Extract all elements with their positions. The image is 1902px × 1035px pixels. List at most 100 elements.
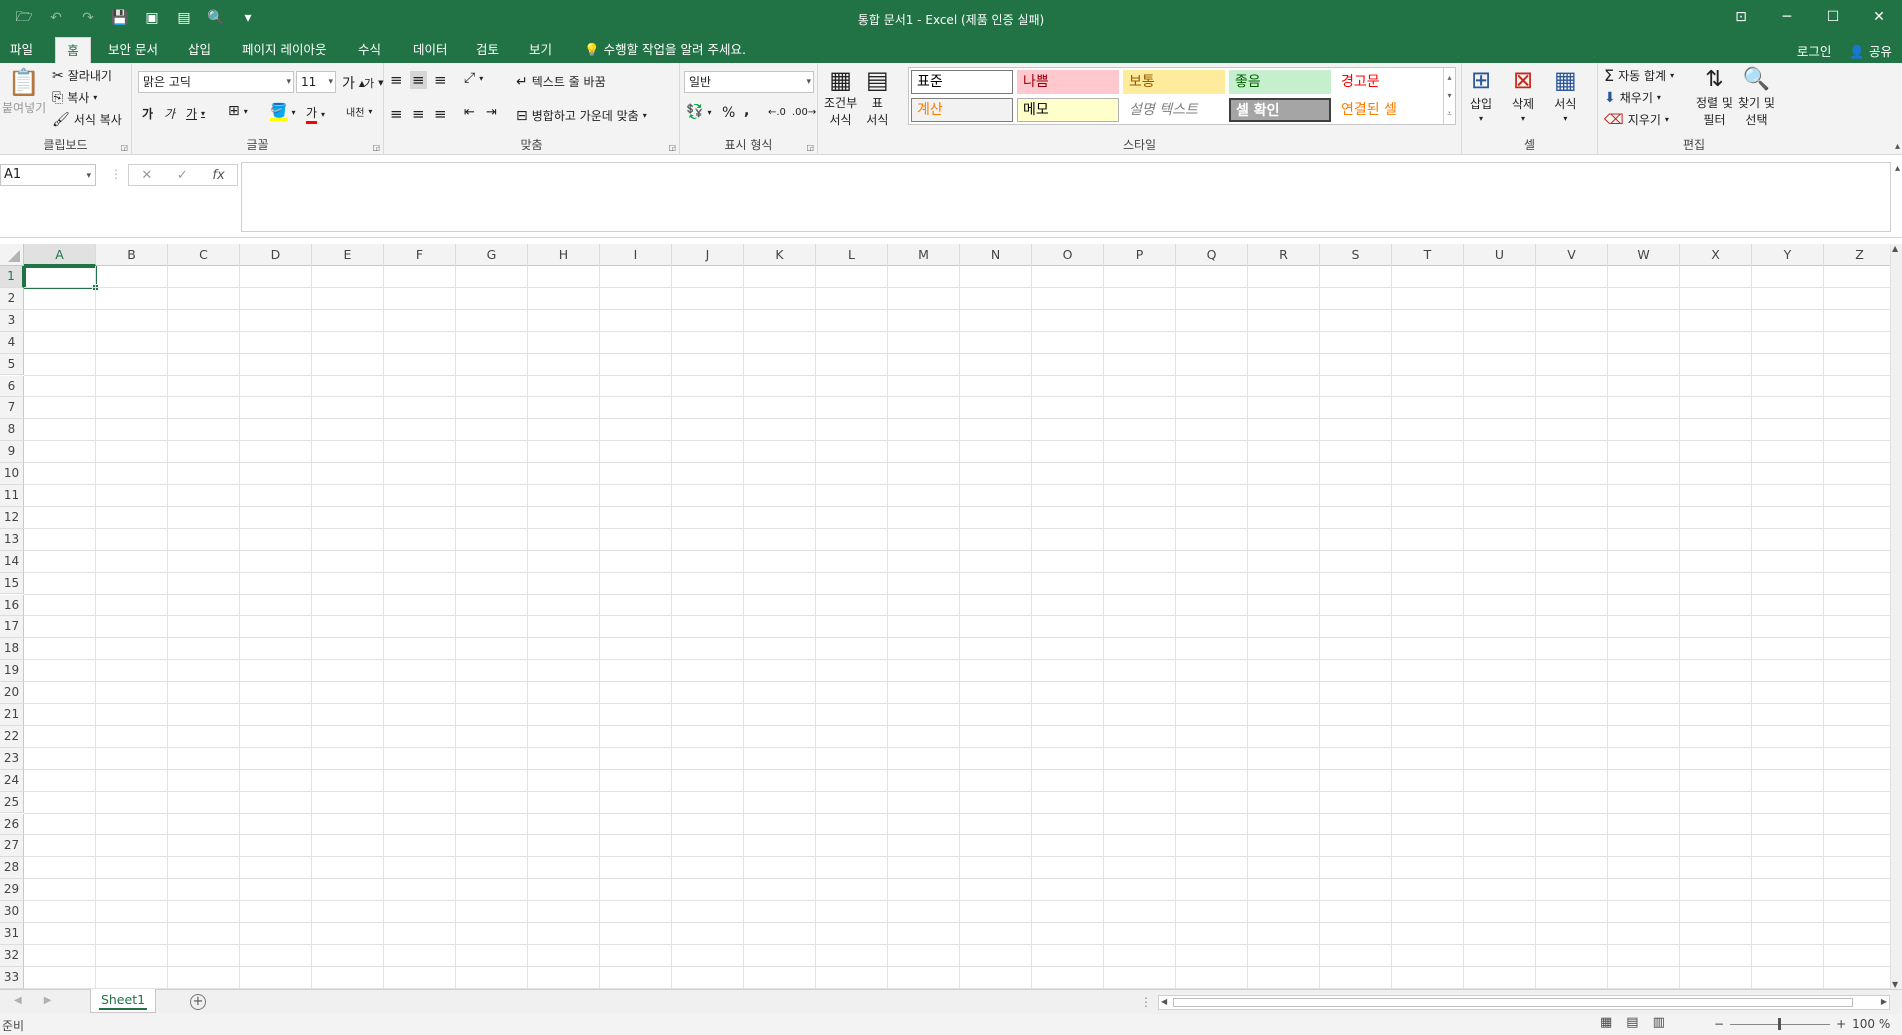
style-bad[interactable]: 나쁨: [1017, 70, 1119, 94]
tell-me-box[interactable]: 💡 수행할 작업을 알려 주세요.: [576, 37, 754, 63]
align-right-icon[interactable]: ≡: [434, 105, 447, 123]
column-header[interactable]: N: [960, 244, 1032, 266]
tab-home[interactable]: 홈: [55, 37, 91, 63]
column-header[interactable]: B: [96, 244, 168, 266]
row-header[interactable]: 1: [0, 266, 24, 288]
style-calculation[interactable]: 계산: [911, 98, 1013, 122]
cancel-icon[interactable]: ✕: [141, 168, 152, 183]
row-header[interactable]: 32: [0, 944, 24, 967]
scroll-left-icon[interactable]: ◀: [1161, 997, 1167, 1006]
cut-button[interactable]: ✂ 잘라내기: [52, 67, 112, 84]
percent-button[interactable]: %: [722, 105, 735, 121]
autosum-button[interactable]: Σ 자동 합계 ▾: [1604, 67, 1674, 84]
row-header[interactable]: 27: [0, 835, 24, 858]
row-header[interactable]: 5: [0, 353, 24, 376]
row-header[interactable]: 18: [0, 638, 24, 661]
scroll-up-icon[interactable]: ▲: [1892, 244, 1898, 253]
vertical-scrollbar[interactable]: ▲ ▼: [1890, 244, 1902, 989]
row-header[interactable]: 6: [0, 375, 24, 398]
zoom-out-icon[interactable]: −: [1714, 1017, 1724, 1031]
row-header[interactable]: 21: [0, 704, 24, 726]
gallery-scroll[interactable]: ▴ ▾ ⩡: [1443, 68, 1455, 124]
tab-file[interactable]: 파일: [2, 37, 41, 63]
collapse-formula-bar-icon[interactable]: ▴: [1895, 163, 1900, 174]
row-header[interactable]: 28: [0, 857, 24, 880]
row-header[interactable]: 22: [0, 725, 24, 748]
top-align-icon[interactable]: ≡: [390, 71, 403, 89]
column-header[interactable]: Z: [1824, 244, 1890, 266]
row-header[interactable]: 13: [0, 528, 24, 551]
tab-insert[interactable]: 삽입: [180, 37, 219, 63]
find-select-button[interactable]: 🔍 찾기 및 선택: [1738, 67, 1775, 128]
active-cell-selection[interactable]: [24, 266, 99, 291]
dialog-launcher-icon[interactable]: ◲: [806, 143, 814, 152]
underline-button[interactable]: 가 ▾: [186, 105, 205, 122]
zoom-slider-knob[interactable]: [1778, 1017, 1782, 1030]
minimize-button[interactable]: ─: [1764, 0, 1810, 34]
merge-center-button[interactable]: ⊟ 병합하고 가운데 맞춤 ▾: [516, 107, 647, 124]
scroll-down-icon[interactable]: ▼: [1892, 980, 1898, 989]
style-good[interactable]: 좋음: [1229, 70, 1331, 94]
page-break-view-icon[interactable]: ▥: [1653, 1015, 1665, 1030]
row-header[interactable]: 31: [0, 923, 24, 945]
style-explanatory[interactable]: 설명 텍스트: [1123, 98, 1225, 122]
phonetic-button[interactable]: 내천 ▾: [346, 104, 372, 119]
insert-function-button[interactable]: fx: [212, 168, 224, 183]
column-header[interactable]: F: [384, 244, 456, 266]
worksheet-grid[interactable]: ABCDEFGHIJKLMNOPQRSTUVWXYZ 1 2 3 4 5 6 7 8 9 10 11…: [0, 244, 1890, 989]
tab-view[interactable]: 보기: [521, 37, 560, 63]
row-header[interactable]: 19: [0, 660, 24, 683]
scroll-right-icon[interactable]: ▶: [1881, 997, 1887, 1006]
column-header[interactable]: E: [312, 244, 384, 266]
style-note[interactable]: 메모: [1017, 98, 1119, 122]
column-header[interactable]: S: [1320, 244, 1392, 266]
column-header[interactable]: C: [168, 244, 240, 266]
column-header[interactable]: Y: [1752, 244, 1824, 266]
tab-data[interactable]: 데이터: [405, 37, 456, 63]
row-header[interactable]: 10: [0, 463, 24, 485]
row-header[interactable]: 4: [0, 331, 24, 354]
row-header[interactable]: 29: [0, 879, 24, 902]
share-button[interactable]: 👤 공유: [1849, 41, 1892, 60]
delete-cells-button[interactable]: ⊠ 삭제 ▾: [1512, 67, 1534, 123]
fill-button[interactable]: ⬇ 채우기 ▾: [1604, 89, 1661, 106]
column-header[interactable]: L: [816, 244, 888, 266]
tab-page-layout[interactable]: 페이지 레이아웃: [234, 37, 334, 63]
row-header[interactable]: 14: [0, 550, 24, 573]
grow-font-button[interactable]: 가 ▲: [342, 73, 365, 93]
column-header[interactable]: Q: [1176, 244, 1248, 266]
column-header[interactable]: P: [1104, 244, 1176, 266]
row-header[interactable]: 16: [0, 594, 24, 617]
row-header[interactable]: 30: [0, 901, 24, 923]
tab-formulas[interactable]: 수식: [350, 37, 389, 63]
dialog-launcher-icon[interactable]: ◲: [668, 143, 676, 152]
column-header[interactable]: W: [1608, 244, 1680, 266]
wrap-text-button[interactable]: ↵ 텍스트 줄 바꿈: [516, 73, 606, 90]
column-header[interactable]: D: [240, 244, 312, 266]
column-header[interactable]: U: [1464, 244, 1536, 266]
row-header[interactable]: 9: [0, 441, 24, 464]
column-header[interactable]: R: [1248, 244, 1320, 266]
format-as-table-button[interactable]: ▤ 표 서식: [866, 67, 889, 128]
clear-button[interactable]: ⌫ 지우기 ▾: [1604, 111, 1669, 128]
cell-area[interactable]: [24, 266, 1890, 989]
decrease-indent-icon[interactable]: ⇤: [464, 105, 475, 120]
select-all-corner[interactable]: [0, 244, 24, 266]
accounting-format-button[interactable]: 💱 ▾: [686, 105, 711, 119]
add-sheet-icon[interactable]: +: [190, 994, 206, 1010]
signin-link[interactable]: 로그인: [1797, 41, 1832, 60]
comma-style-button[interactable]: ,: [744, 103, 749, 119]
align-center-icon[interactable]: ≡: [412, 105, 425, 123]
style-warning[interactable]: 경고문: [1335, 70, 1437, 94]
increase-decimal-icon[interactable]: ←.0: [768, 107, 786, 118]
column-header[interactable]: A: [24, 244, 96, 266]
close-button[interactable]: ✕: [1856, 0, 1902, 34]
format-painter-button[interactable]: 🖌 서식 복사: [52, 111, 122, 128]
row-header[interactable]: 12: [0, 506, 24, 529]
bold-button[interactable]: 가: [142, 105, 153, 122]
bottom-align-icon[interactable]: ≡: [434, 71, 447, 89]
column-header[interactable]: J: [672, 244, 744, 266]
font-size-combo[interactable]: 11 ▾: [296, 71, 336, 93]
column-header[interactable]: M: [888, 244, 960, 266]
row-header[interactable]: 20: [0, 682, 24, 704]
